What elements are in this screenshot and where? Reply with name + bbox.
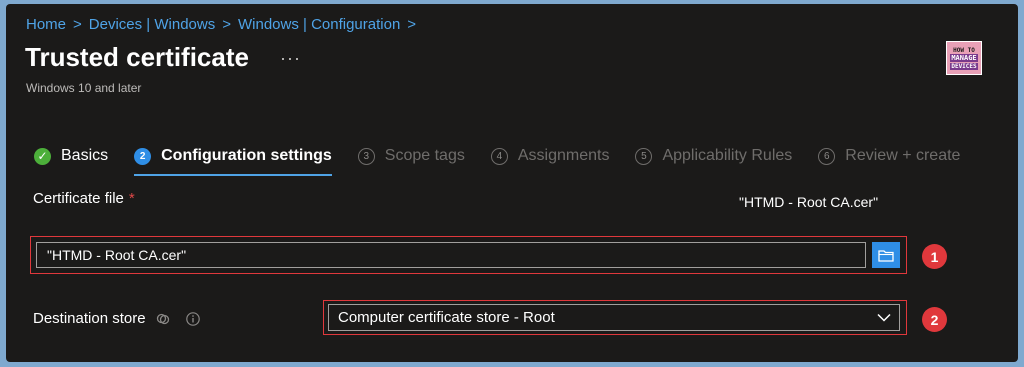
certificate-file-label: Certificate file * [33, 190, 135, 207]
brand-logo: HOW TO MANAGE DEVICES [946, 41, 982, 75]
check-icon: ✓ [34, 147, 51, 165]
logo-line-3: DEVICES [950, 62, 978, 70]
page-title: Trusted certificate [25, 42, 249, 72]
breadcrumb-separator: > [73, 15, 82, 33]
breadcrumb-devices-windows[interactable]: Devices | Windows [89, 16, 215, 33]
breadcrumb-separator: > [222, 15, 231, 33]
annotation-badge-2: 2 [922, 307, 947, 332]
tab-assignments[interactable]: 4 Assignments [490, 140, 610, 172]
step-number: 2 [134, 147, 152, 165]
wizard-tabs: ✓ Basics 2 Configuration settings 3 Scop… [34, 140, 986, 176]
tab-scope-tags[interactable]: 3 Scope tags [357, 140, 465, 172]
more-options-button[interactable]: ··· [280, 48, 301, 69]
certificate-file-label-text: Certificate file [33, 190, 124, 207]
page-subtitle: Windows 10 and later [26, 81, 142, 95]
step-number: 4 [490, 147, 508, 165]
tab-label: Assignments [517, 147, 610, 164]
tab-label: Basics [61, 147, 109, 164]
tab-label: Review + create [845, 147, 961, 164]
destination-store-label: Destination store [33, 310, 201, 327]
sync-icon [156, 313, 169, 324]
required-marker: * [128, 190, 135, 207]
chevron-down-icon [877, 313, 891, 322]
tab-review-create[interactable]: 6 Review + create [818, 140, 960, 172]
breadcrumb-separator: > [407, 15, 417, 33]
tab-label: Configuration settings [161, 147, 332, 164]
info-icon[interactable] [185, 311, 201, 327]
logo-line-2: MANAGE [950, 53, 978, 62]
certificate-file-input[interactable]: "HTMD - Root CA.cer" [36, 242, 866, 268]
tab-label: Scope tags [384, 147, 465, 164]
folder-icon [878, 249, 894, 262]
tab-label: Applicability Rules [662, 147, 793, 164]
browse-file-button[interactable] [872, 242, 900, 268]
destination-store-dropdown[interactable]: Computer certificate store - Root [328, 304, 900, 331]
annotation-badge-1: 1 [922, 244, 947, 269]
destination-store-value: Computer certificate store - Root [338, 309, 555, 326]
tab-basics[interactable]: ✓ Basics [34, 140, 108, 172]
step-number: 6 [818, 147, 836, 165]
logo-line-1: HOW TO [953, 46, 975, 54]
page-frame: Home > Devices | Windows > Windows | Con… [6, 4, 1018, 362]
destination-store-label-text: Destination store [33, 310, 146, 327]
breadcrumb-home[interactable]: Home [26, 16, 66, 33]
step-number: 3 [357, 147, 375, 165]
breadcrumb-windows-configuration[interactable]: Windows | Configuration [238, 16, 400, 33]
selected-filename: "HTMD - Root CA.cer" [739, 194, 879, 210]
tab-applicability-rules[interactable]: 5 Applicability Rules [635, 140, 792, 172]
step-number: 5 [635, 147, 653, 165]
tab-configuration-settings[interactable]: 2 Configuration settings [134, 140, 332, 176]
breadcrumb: Home > Devices | Windows > Windows | Con… [26, 14, 423, 34]
